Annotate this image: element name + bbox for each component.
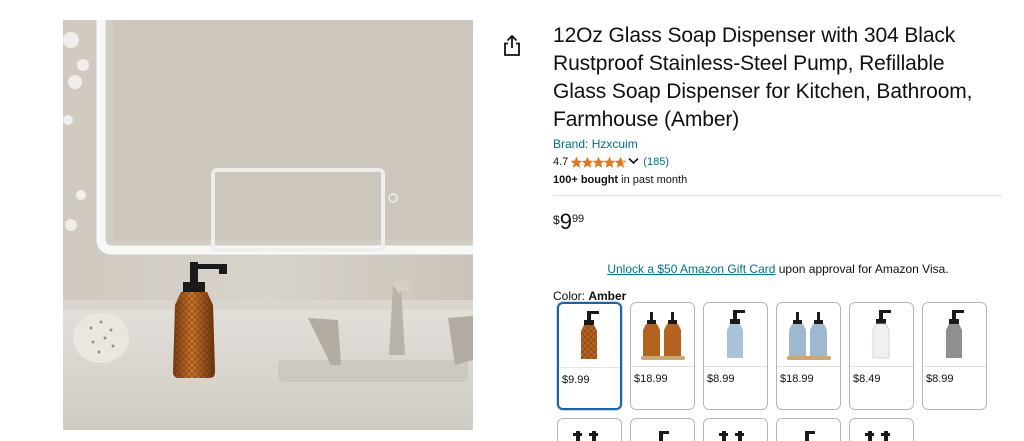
bought-count: 100+ bought xyxy=(553,174,619,186)
swatch-row2-4[interactable] xyxy=(776,418,841,441)
brand-link[interactable]: Brand: Hzxcuim xyxy=(553,136,1003,152)
swatch-row2-2[interactable] xyxy=(630,418,695,441)
main-product-image[interactable] xyxy=(63,20,473,430)
swatch-thumbnail xyxy=(923,303,986,367)
price-symbol: $ xyxy=(553,213,560,227)
swatch-row2-3[interactable] xyxy=(703,418,768,441)
swatch-blue-single[interactable]: $8.99 xyxy=(703,302,768,410)
swatch-price: $18.99 xyxy=(634,373,668,385)
star-icon xyxy=(593,156,605,168)
star-icon xyxy=(571,156,583,168)
rating-value: 4.7 xyxy=(553,156,569,168)
divider xyxy=(553,195,1002,196)
rating-row: 4.7 (185) xyxy=(553,154,1003,170)
swatch-price: $8.99 xyxy=(926,373,954,385)
price-fraction: 99 xyxy=(571,213,585,225)
swatch-price: $8.99 xyxy=(707,373,735,385)
swatch-amber-double[interactable]: $18.99 xyxy=(630,302,695,410)
swatch-thumbnail xyxy=(631,303,694,367)
swatch-amber-single[interactable]: $9.99 xyxy=(557,302,622,410)
swatch-price: $9.99 xyxy=(562,374,590,386)
product-title: 12Oz Glass Soap Dispenser with 304 Black… xyxy=(553,24,973,131)
share-icon xyxy=(504,35,520,56)
bought-period: in past month xyxy=(618,174,688,186)
chevron-down-icon[interactable] xyxy=(628,154,639,170)
swatch-row2-5[interactable] xyxy=(849,418,914,441)
bought-in-past-month: 100+ bought in past month xyxy=(553,172,1003,188)
swatch-price: $18.99 xyxy=(780,373,814,385)
gift-card-link[interactable]: Unlock a $50 Amazon Gift Card xyxy=(607,262,775,276)
swatch-clear-single[interactable]: $8.49 xyxy=(849,302,914,410)
swatch-row2-1[interactable] xyxy=(557,418,622,441)
rating-stars[interactable] xyxy=(571,156,627,168)
promo-message: Unlock a $50 Amazon Gift Card upon appro… xyxy=(553,261,1003,277)
star-icon xyxy=(615,156,627,168)
price-whole: 9 xyxy=(559,209,572,234)
promo-text: upon approval for Amazon Visa. xyxy=(775,262,949,276)
price: $ 9 99 xyxy=(553,210,1003,234)
reviews-count-link[interactable]: (185) xyxy=(643,154,669,170)
color-label-prefix: Color: xyxy=(553,289,589,303)
share-button[interactable] xyxy=(501,34,523,58)
star-icon xyxy=(604,156,616,168)
swatch-thumbnail xyxy=(850,303,913,367)
swatch-thumbnail xyxy=(559,304,620,368)
swatch-grey-single[interactable]: $8.99 xyxy=(922,302,987,410)
swatch-thumbnail xyxy=(777,303,840,367)
color-value: Amber xyxy=(588,289,627,303)
swatch-blue-double[interactable]: $18.99 xyxy=(776,302,841,410)
swatch-thumbnail xyxy=(704,303,767,367)
star-icon xyxy=(582,156,594,168)
swatch-price: $8.49 xyxy=(853,373,881,385)
product-info: 12Oz Glass Soap Dispenser with 304 Black… xyxy=(553,22,1003,304)
